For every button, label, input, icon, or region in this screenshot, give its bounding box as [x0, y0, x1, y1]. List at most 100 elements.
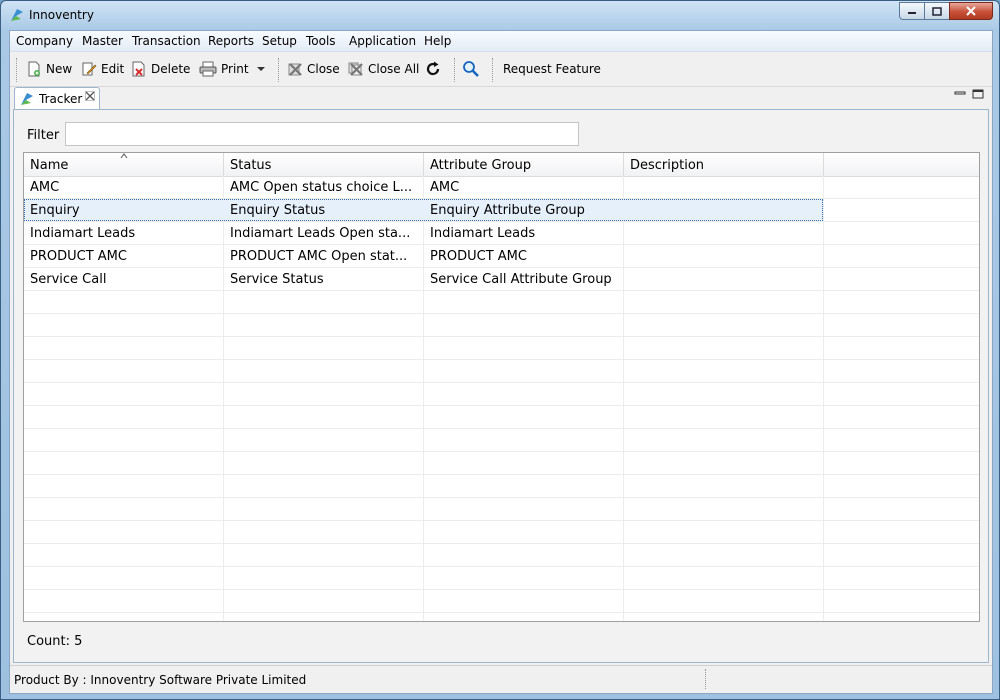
toolbar: New Edit Delete Print Close Close All Re… [10, 52, 992, 87]
menu-transaction[interactable]: Transaction [132, 34, 201, 48]
status-separator [705, 669, 706, 689]
table-row [24, 314, 979, 337]
table-row [24, 406, 979, 429]
view-maximize-button[interactable] [972, 89, 984, 102]
close-all-icon [348, 62, 363, 76]
column-header-description[interactable]: Description [624, 153, 824, 176]
print-icon [199, 61, 217, 77]
menu-application[interactable]: Application [349, 34, 416, 48]
tab-tracker[interactable]: Tracker [14, 87, 100, 109]
sort-ascending-icon [120, 153, 128, 162]
search-icon [463, 61, 479, 77]
close-all-button[interactable]: Close All [348, 60, 419, 78]
table-row [24, 337, 979, 360]
table-row [24, 590, 979, 613]
tracker-panel: Filter Name Status Attribute Group Descr… [13, 109, 989, 663]
cell-attribute-group: Indiamart Leads [430, 226, 536, 241]
view-minimize-button[interactable] [954, 89, 966, 102]
minimize-button[interactable] [899, 2, 925, 20]
menu-tools[interactable]: Tools [306, 34, 336, 48]
column-header-attribute-group[interactable]: Attribute Group [424, 153, 624, 176]
close-icon [288, 63, 302, 76]
edit-icon [82, 62, 97, 76]
view-maximize-icon [972, 89, 984, 99]
column-header-attribute-group-label: Attribute Group [430, 158, 532, 173]
menu-reports[interactable]: Reports [208, 34, 254, 48]
refresh-icon [426, 61, 440, 76]
cell-attribute-group: PRODUCT AMC [430, 249, 527, 264]
edit-label: Edit [101, 62, 125, 76]
print-label: Print [221, 62, 249, 76]
dropdown-arrow-icon [257, 67, 265, 71]
request-feature-button[interactable]: Request Feature [503, 60, 601, 78]
row-count: Count: 5 [27, 634, 83, 649]
cell-name: PRODUCT AMC [30, 249, 127, 264]
table-row[interactable]: PRODUCT AMC PRODUCT AMC Open stat... PRODU… [24, 245, 979, 268]
edit-button[interactable]: Edit [81, 60, 124, 78]
menu-help[interactable]: Help [424, 34, 451, 48]
table-row[interactable]: Enquiry Enquiry Status Enquiry Attribute G… [24, 199, 979, 222]
cell-status: Enquiry Status [230, 203, 326, 218]
column-header-status[interactable]: Status [224, 153, 424, 176]
table-row [24, 498, 979, 521]
print-button[interactable]: Print [199, 60, 249, 78]
cell-description [624, 245, 822, 268]
table-header: Name Status Attribute Group Description [24, 153, 979, 177]
close-window-button[interactable] [949, 2, 993, 20]
cell-name: Enquiry [30, 203, 80, 218]
menu-master[interactable]: Master [82, 34, 123, 48]
menu-setup[interactable]: Setup [262, 34, 297, 48]
close-window-icon [966, 6, 976, 16]
tab-row: Tracker [10, 87, 992, 109]
delete-label: Delete [151, 62, 191, 76]
table-row [24, 475, 979, 498]
cell-description [624, 199, 822, 222]
table-row[interactable]: Indiamart Leads Indiamart Leads Open sta.… [24, 222, 979, 245]
cell-description [624, 268, 822, 291]
delete-button[interactable]: Delete [131, 60, 190, 78]
table-row [24, 521, 979, 544]
table-row[interactable]: Service Call Service Status Service Call A… [24, 268, 979, 291]
new-button[interactable]: New [26, 60, 72, 78]
filter-input[interactable] [65, 122, 579, 146]
table-row[interactable]: AMC AMC Open status choice L... AMC [24, 176, 979, 199]
cell-attribute-group: Enquiry Attribute Group [430, 203, 585, 218]
filter-label: Filter [27, 128, 60, 143]
tab-icon [19, 91, 35, 110]
close-button[interactable]: Close [287, 60, 340, 78]
menu-bar: Company Master Transaction Reports Setup… [10, 31, 992, 52]
refresh-button[interactable] [424, 60, 446, 78]
cell-attribute-group: Service Call Attribute Group [430, 272, 612, 287]
tab-close-icon[interactable] [85, 91, 95, 104]
client-area: Company Master Transaction Reports Setup… [9, 30, 993, 694]
delete-icon [132, 61, 145, 77]
table-row [24, 291, 979, 314]
title-bar[interactable]: Innoventry [1, 1, 999, 30]
tracker-table: Name Status Attribute Group Description [23, 152, 980, 622]
window-title: Innoventry [29, 8, 94, 22]
cell-name: Service Call [30, 272, 107, 287]
column-header-name[interactable]: Name [24, 153, 224, 176]
toolbar-separator [278, 58, 280, 82]
close-label: Close [307, 62, 340, 76]
status-bar-text: Product By : Innoventry Software Private… [14, 673, 307, 687]
request-feature-label: Request Feature [503, 62, 601, 76]
print-dropdown-button[interactable] [256, 60, 270, 78]
table-row [24, 544, 979, 567]
column-header-description-label: Description [630, 158, 705, 173]
toolbar-separator [16, 58, 18, 82]
table-row [24, 360, 979, 383]
app-icon [9, 7, 25, 23]
menu-company[interactable]: Company [16, 34, 73, 48]
minimize-icon [908, 12, 916, 14]
search-button[interactable] [462, 60, 484, 78]
close-all-label: Close All [368, 62, 420, 76]
tab-tracker-label: Tracker [39, 92, 83, 106]
maximize-button[interactable] [924, 2, 950, 20]
cell-status: Service Status [230, 272, 324, 287]
cell-name: Indiamart Leads [30, 226, 136, 241]
column-header-status-label: Status [230, 158, 272, 173]
cell-status: PRODUCT AMC Open stat... [230, 249, 408, 264]
cell-attribute-group: AMC [430, 180, 460, 195]
view-minimize-icon [954, 91, 966, 95]
